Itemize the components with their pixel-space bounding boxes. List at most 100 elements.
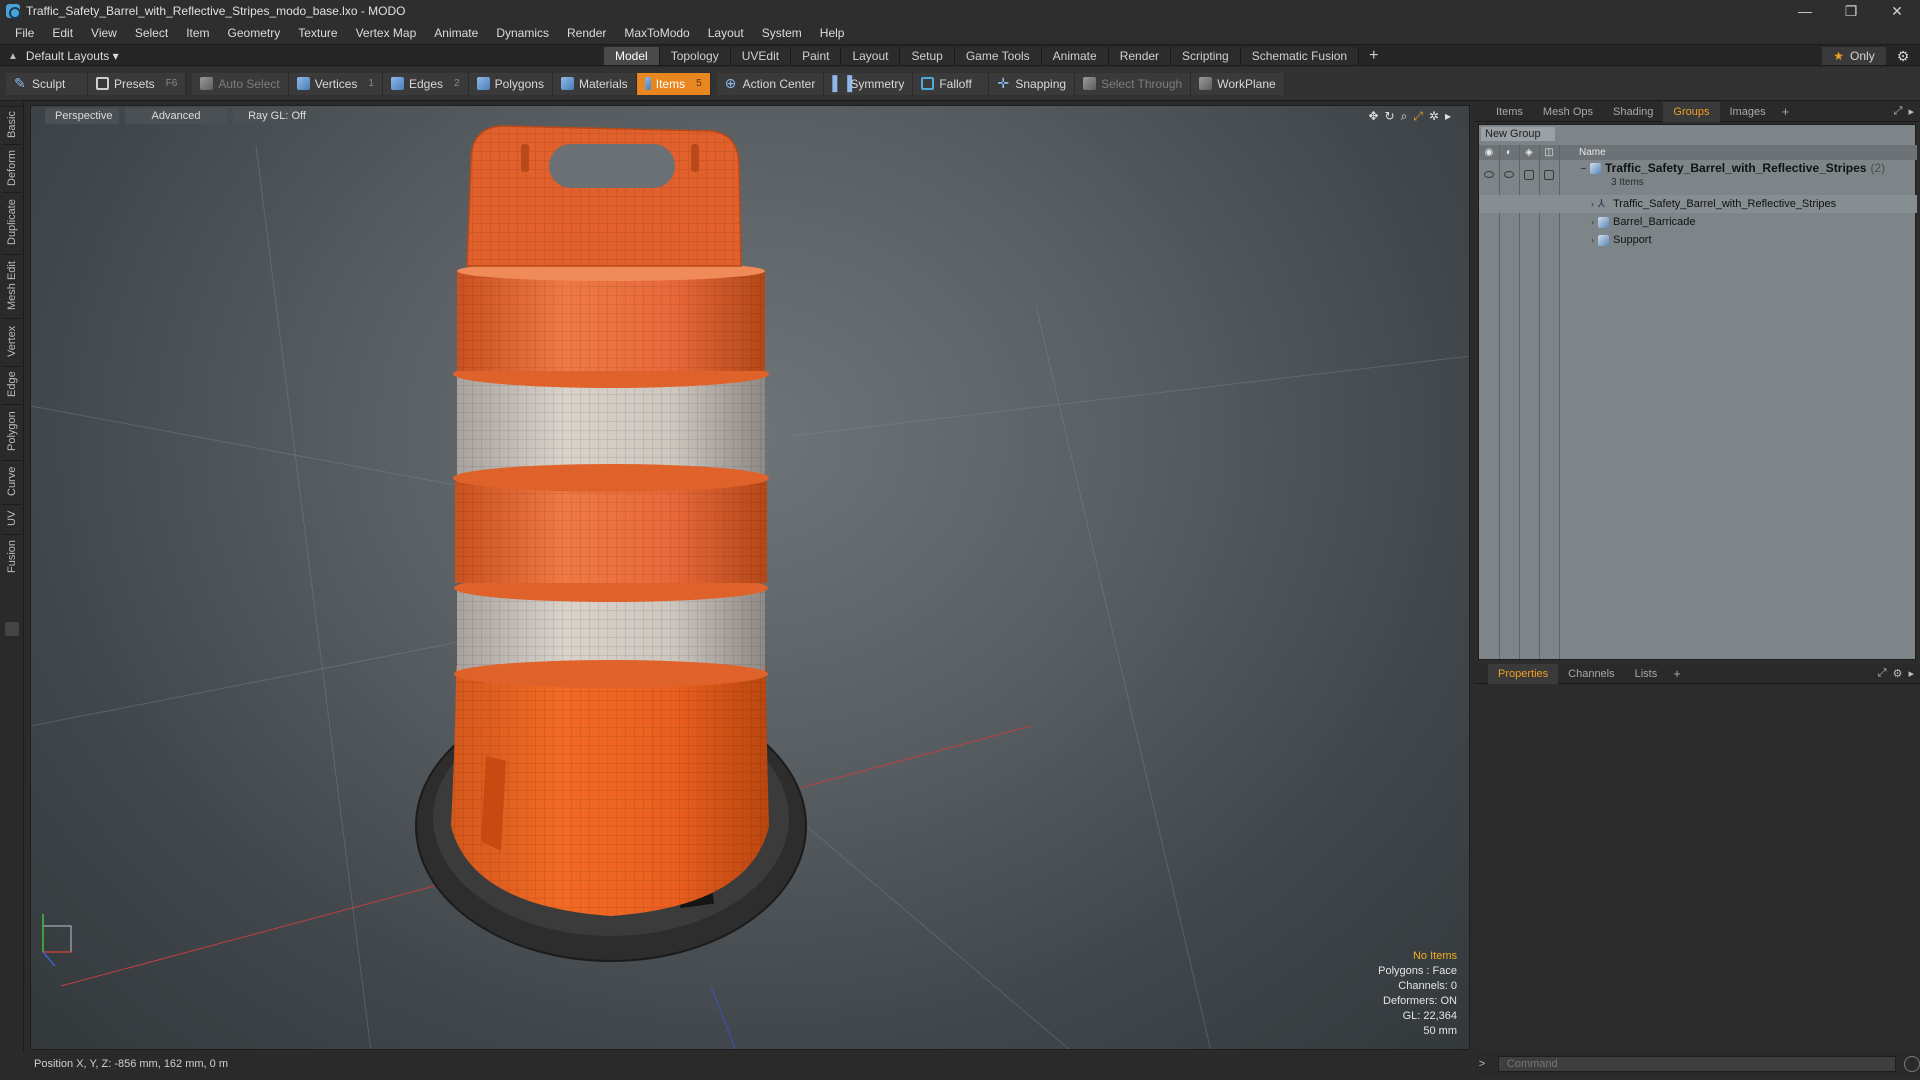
auto-select-button[interactable]: Auto Select	[192, 72, 289, 95]
visibility-column-icon[interactable]: ◉	[1479, 147, 1499, 158]
vtab-deform[interactable]: Deform	[2, 144, 22, 190]
menu-maxtomodo[interactable]: MaxToModo	[615, 26, 698, 40]
select-through-button[interactable]: Select Through	[1075, 72, 1192, 95]
collapse-up-icon[interactable]: ▲	[8, 51, 18, 62]
menu-vertex-map[interactable]: Vertex Map	[347, 26, 426, 40]
view-type-button[interactable]: Perspective	[45, 108, 119, 124]
vertices-button[interactable]: Vertices 1	[288, 72, 383, 95]
menu-edit[interactable]: Edit	[43, 26, 82, 40]
vtab-fusion[interactable]: Fusion	[2, 534, 22, 578]
tab-groups[interactable]: Groups	[1663, 101, 1720, 122]
shading-mode-button[interactable]: Advanced	[125, 108, 227, 124]
viewport-settings-icon[interactable]: ✲	[1429, 109, 1439, 124]
menu-geometry[interactable]: Geometry	[219, 26, 290, 40]
only-toggle-button[interactable]: ★ Only	[1822, 47, 1886, 65]
tab-layout[interactable]: Layout	[841, 47, 901, 65]
group-child-row[interactable]: › ⅄ Traffic_Safety_Barrel_with_Reflectiv…	[1479, 195, 1917, 213]
layout-selector[interactable]: ▲ Default Layouts ▾	[8, 47, 119, 65]
group-child-row[interactable]: › Barrel_Barricade	[1479, 213, 1917, 231]
raygl-button[interactable]: Ray GL: Off	[233, 108, 321, 124]
group-select-box-icon[interactable]	[1544, 170, 1554, 180]
restore-button[interactable]: ❐	[1828, 0, 1874, 22]
menu-system[interactable]: System	[753, 26, 811, 40]
menu-help[interactable]: Help	[811, 26, 854, 40]
close-button[interactable]: ✕	[1874, 0, 1920, 22]
vtab-curve[interactable]: Curve	[2, 460, 22, 502]
vtab-duplicate[interactable]: Duplicate	[2, 192, 22, 252]
vtab-polygon[interactable]: Polygon	[2, 404, 22, 458]
groups-list[interactable]: New Group ◉ ◐ ◈ ◫ Name – Traffic_Safety_…	[1478, 124, 1917, 660]
vtab-vertex[interactable]: Vertex	[2, 318, 22, 364]
properties-menu-arrow-icon[interactable]: ▸	[1908, 667, 1914, 680]
zoom-view-icon[interactable]: ⌕	[1401, 109, 1408, 124]
tab-uvedit[interactable]: UVEdit	[730, 47, 792, 65]
menu-animate[interactable]: Animate	[425, 26, 487, 40]
add-panel-tab-button[interactable]: +	[1776, 104, 1796, 119]
group-row[interactable]: – Traffic_Safety_Barrel_with_Reflective_…	[1479, 161, 1917, 193]
menu-layout[interactable]: Layout	[699, 26, 753, 40]
group-visibility-eye-icon[interactable]	[1484, 171, 1494, 178]
tab-items[interactable]: Items	[1474, 102, 1533, 122]
polygons-button[interactable]: Polygons	[468, 72, 553, 95]
collapse-arrow-icon[interactable]: –	[1581, 163, 1586, 173]
tab-render[interactable]: Render	[1108, 47, 1172, 65]
tab-schematic-fusion[interactable]: Schematic Fusion	[1240, 47, 1360, 65]
gear-icon[interactable]: ⚙	[1894, 47, 1912, 65]
tab-shading[interactable]: Shading	[1603, 102, 1663, 122]
falloff-button[interactable]: Falloff	[913, 72, 990, 95]
menu-texture[interactable]: Texture	[289, 26, 346, 40]
render-column-icon[interactable]: ◐	[1499, 147, 1519, 158]
group-child-row[interactable]: › Support	[1479, 231, 1917, 249]
panel-toggle-icon[interactable]	[5, 622, 19, 636]
materials-button[interactable]: Materials	[552, 72, 637, 95]
vtab-mesh-edit[interactable]: Mesh Edit	[2, 254, 22, 316]
tab-scripting[interactable]: Scripting	[1171, 47, 1241, 65]
menu-render[interactable]: Render	[558, 26, 615, 40]
symmetry-button[interactable]: ▌▐ Symmetry	[824, 72, 914, 95]
move-view-icon[interactable]: ✥	[1368, 109, 1378, 124]
menu-view[interactable]: View	[82, 26, 126, 40]
vtab-edge[interactable]: Edge	[2, 366, 22, 402]
tab-animate[interactable]: Animate	[1041, 47, 1109, 65]
menu-select[interactable]: Select	[126, 26, 177, 40]
command-history-icon[interactable]	[1904, 1056, 1920, 1072]
sculpt-button[interactable]: ✎ Sculpt	[6, 72, 88, 95]
snapping-button[interactable]: ✛ Snapping	[989, 72, 1076, 95]
tab-topology[interactable]: Topology	[659, 47, 731, 65]
tab-setup[interactable]: Setup	[900, 47, 955, 65]
add-tab-button[interactable]: +	[1359, 47, 1388, 65]
name-column-header[interactable]: Name	[1579, 147, 1606, 158]
command-input[interactable]	[1497, 1056, 1897, 1072]
action-center-button[interactable]: ⊕ Action Center	[716, 72, 825, 95]
vtab-basic[interactable]: Basic	[2, 106, 22, 142]
group-lock-box-icon[interactable]	[1524, 170, 1534, 180]
rotate-view-icon[interactable]: ↻	[1385, 109, 1395, 124]
fit-view-icon[interactable]: ⤢	[1413, 109, 1423, 124]
tab-mesh-ops[interactable]: Mesh Ops	[1533, 102, 1603, 122]
group-render-icon[interactable]	[1504, 171, 1514, 178]
new-group-button[interactable]: New Group	[1481, 127, 1555, 141]
viewport-menu-arrow-icon[interactable]: ▸	[1445, 109, 1451, 124]
3d-viewport[interactable]: Perspective Advanced Ray GL: Off ✥ ↻ ⌕ ⤢…	[30, 105, 1470, 1050]
add-properties-tab-button[interactable]: +	[1667, 666, 1687, 681]
menu-item[interactable]: Item	[177, 26, 218, 40]
tab-game-tools[interactable]: Game Tools	[954, 47, 1042, 65]
menu-file[interactable]: File	[6, 26, 43, 40]
tab-properties[interactable]: Properties	[1488, 663, 1559, 684]
expand-panel-icon[interactable]: ⤢	[1894, 105, 1903, 118]
vtab-uv[interactable]: UV	[2, 504, 22, 532]
menu-dynamics[interactable]: Dynamics	[487, 26, 558, 40]
workplane-button[interactable]: WorkPlane	[1191, 72, 1285, 95]
items-button[interactable]: Items 5	[636, 72, 711, 95]
tab-channels[interactable]: Channels	[1558, 664, 1624, 684]
panel-menu-arrow-icon[interactable]: ▸	[1908, 105, 1914, 118]
tab-images[interactable]: Images	[1720, 102, 1776, 122]
tab-paint[interactable]: Paint	[791, 47, 842, 65]
tab-model[interactable]: Model	[604, 47, 660, 65]
expand-properties-icon[interactable]: ⤢	[1878, 667, 1887, 680]
edges-button[interactable]: Edges 2	[382, 72, 469, 95]
minimize-button[interactable]: —	[1782, 0, 1828, 22]
tab-lists[interactable]: Lists	[1625, 664, 1668, 684]
presets-button[interactable]: Presets F6	[88, 72, 187, 95]
select-column-icon[interactable]: ◫	[1539, 147, 1559, 158]
